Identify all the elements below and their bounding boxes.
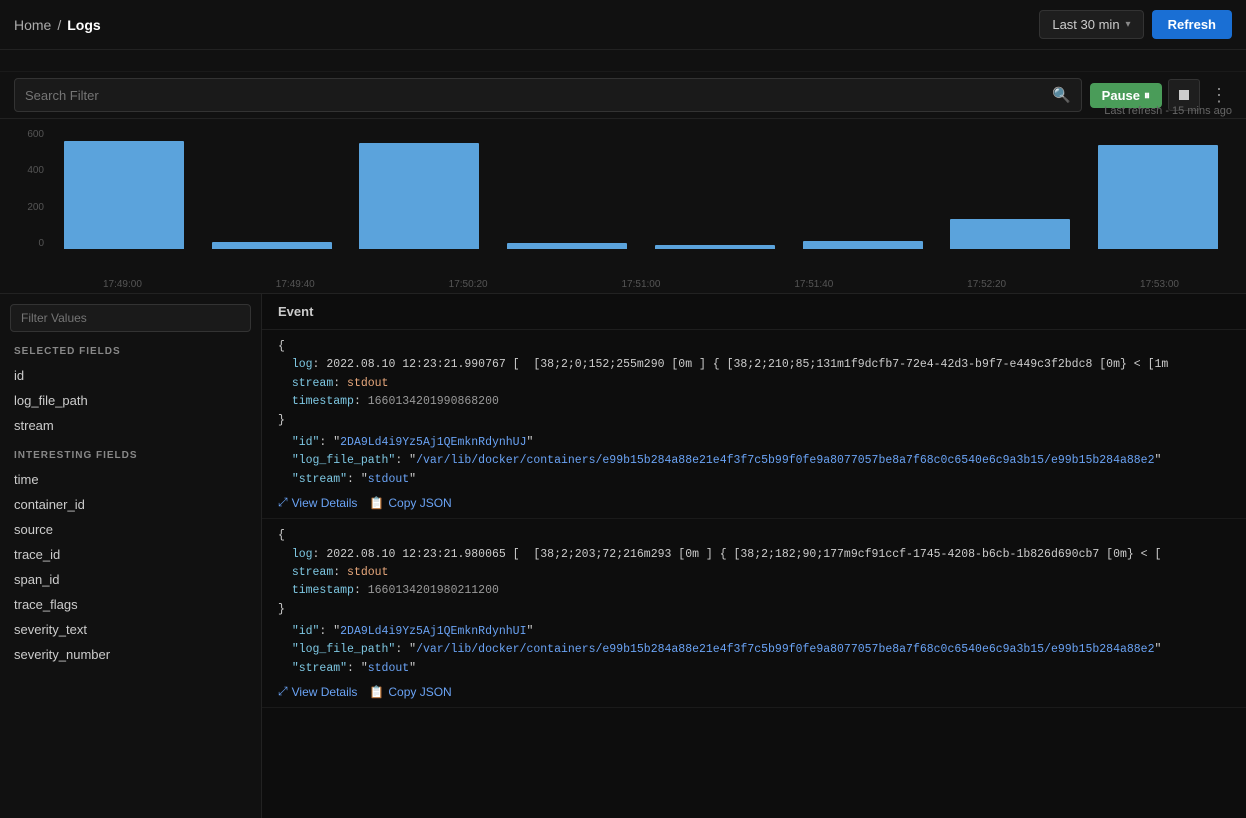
main-content: SELECTED FIELDS id log_file_path stream … [0,294,1246,818]
sidebar-field-container-id[interactable]: container_id [0,492,261,517]
last-refresh-text: Last refresh - 15 mins ago [1104,105,1232,117]
sidebar-field-source[interactable]: source [0,517,261,542]
breadcrumb-current: Logs [67,17,100,33]
search-bar-row: 🔍 Pause ⏸ ⋮ [0,72,1246,119]
selected-fields-title: SELECTED FIELDS [0,342,261,363]
sidebar-field-trace-id[interactable]: trace_id [0,542,261,567]
search-input[interactable] [25,88,1052,103]
x-label-5: 17:51:40 [794,279,833,290]
log-actions-1: ⤢ View Details 📋 Copy JSON [278,495,1230,510]
pause-label: Pause [1102,88,1140,103]
copy-json-button-2[interactable]: 📋 Copy JSON [369,684,451,699]
log-entry-1: { log: 2022.08.10 12:23:21.990767 [ [38;… [262,330,1246,519]
log-raw-1: { log: 2022.08.10 12:23:21.990767 [ [38;… [278,338,1230,430]
x-label-1: 17:49:00 [103,279,142,290]
bar-group-4 [493,129,641,249]
search-input-wrap: 🔍 [14,78,1082,112]
chart-area: 600 400 200 0 17:49:00 17:49:40 17:50:20… [0,119,1246,294]
bar-5 [655,245,775,249]
bar-2 [212,242,332,249]
chevron-down-icon: ▾ [1126,19,1131,30]
sidebar-field-trace-flags[interactable]: trace_flags [0,592,261,617]
bar-3 [359,143,479,249]
sidebar-field-log-file-path[interactable]: log_file_path [0,388,261,413]
bar-group-3 [346,129,494,249]
expand-icon-2: ⤢ [278,684,288,699]
sidebar-field-severity-text[interactable]: severity_text [0,617,261,642]
log-raw-2: { log: 2022.08.10 12:23:21.980065 [ [38;… [278,527,1230,619]
bar-group-5 [641,129,789,249]
stop-icon [1179,90,1189,100]
bar-1 [64,141,184,249]
y-axis: 600 400 200 0 [14,129,50,249]
bar-8 [1098,145,1218,249]
copy-json-button-1[interactable]: 📋 Copy JSON [369,495,451,510]
top-bar: Home / Logs Last 30 min ▾ Refresh [0,0,1246,50]
pause-icon: ⏸ [1144,88,1150,103]
x-label-7: 17:53:00 [1140,279,1179,290]
pause-button[interactable]: Pause ⏸ [1090,83,1162,108]
view-details-button-1[interactable]: ⤢ View Details [278,495,357,510]
x-label-4: 17:51:00 [621,279,660,290]
top-right-controls: Last 30 min ▾ Refresh [1039,10,1232,39]
copy-icon: 📋 [369,496,384,510]
copy-icon-2: 📋 [369,685,384,699]
search-icon-button[interactable]: 🔍 [1052,86,1071,104]
sidebar-field-span-id[interactable]: span_id [0,567,261,592]
sidebar-field-id[interactable]: id [0,363,261,388]
x-labels: 17:49:00 17:49:40 17:50:20 17:51:00 17:5… [36,275,1246,293]
bar-group-1 [50,129,198,249]
sidebar-field-stream[interactable]: stream [0,413,261,438]
sidebar: SELECTED FIELDS id log_file_path stream … [0,294,262,818]
x-label-2: 17:49:40 [276,279,315,290]
bar-group-7 [937,129,1085,249]
x-label-6: 17:52:20 [967,279,1006,290]
y-label-0: 0 [38,238,44,249]
breadcrumb-sep: / [57,17,61,33]
log-fields-2: "id": "2DA9Ld4i9Yz5Aj1QEmknRdynhUI" "log… [278,623,1230,678]
refresh-button[interactable]: Refresh [1152,10,1232,39]
bar-7 [950,219,1070,249]
log-actions-2: ⤢ View Details 📋 Copy JSON [278,684,1230,699]
log-panel[interactable]: Event { log: 2022.08.10 12:23:21.990767 … [262,294,1246,818]
bar-4 [507,243,627,249]
bar-group-6 [789,129,937,249]
bar-group-8 [1084,129,1232,249]
filter-values-input[interactable] [10,304,251,332]
y-label-600: 600 [27,129,44,140]
breadcrumb: Home / Logs [14,17,101,33]
more-options-button[interactable]: ⋮ [1206,85,1232,106]
breadcrumb-home[interactable]: Home [14,17,51,33]
bar-6 [803,241,923,249]
interesting-fields-title: INTERESTING FIELDS [0,446,261,467]
chart-bars [50,129,1232,249]
bar-group-2 [198,129,346,249]
log-fields-1: "id": "2DA9Ld4i9Yz5Aj1QEmknRdynhUJ" "log… [278,434,1230,489]
expand-icon: ⤢ [278,495,288,510]
chart-inner: 600 400 200 0 [14,129,1232,269]
time-range-label: Last 30 min [1052,17,1119,32]
y-label-400: 400 [27,165,44,176]
x-label-3: 17:50:20 [449,279,488,290]
view-details-button-2[interactable]: ⤢ View Details [278,684,357,699]
log-entry-2: { log: 2022.08.10 12:23:21.980065 [ [38;… [262,519,1246,708]
time-range-button[interactable]: Last 30 min ▾ [1039,10,1143,39]
sidebar-field-time[interactable]: time [0,467,261,492]
log-panel-header: Event [262,294,1246,330]
sidebar-field-severity-number[interactable]: severity_number [0,642,261,667]
y-label-200: 200 [27,202,44,213]
